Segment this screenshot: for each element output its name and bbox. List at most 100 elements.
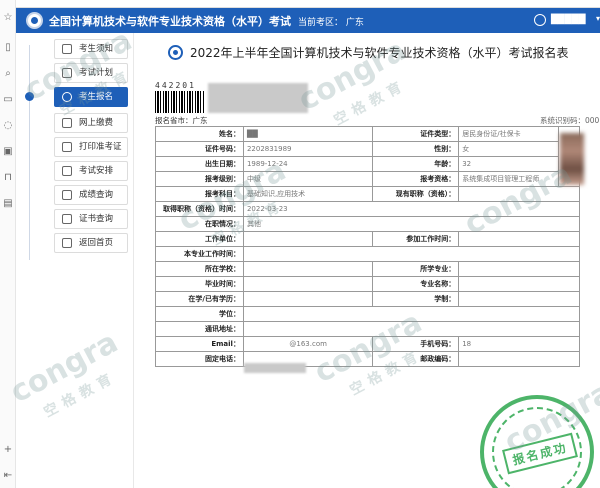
phone-value: 18 <box>458 336 580 352</box>
id-no-label: 证件号码： <box>155 141 244 157</box>
major-time-label: 本专业工作时间： <box>155 246 244 262</box>
reg-province: 报名省市：广东 <box>155 116 208 125</box>
employment-label: 在职情况： <box>155 216 244 232</box>
table-row: Email： @163.com 手机号码： 18 <box>155 336 580 352</box>
birth-label: 出生日期： <box>155 156 244 172</box>
table-row: 取得职称（资格）时间： 2022-03-23 <box>155 201 581 217</box>
plus-icon[interactable]: + <box>2 444 14 456</box>
qual-value: 系统集成项目管理工程师 <box>458 171 560 187</box>
browser-tab-strip <box>16 0 600 8</box>
employment-value: 其他 <box>242 216 581 232</box>
chat-icon[interactable]: ◌ <box>2 120 14 132</box>
major-label: 所学专业： <box>372 261 460 277</box>
start-work-label: 参加工作时间： <box>372 231 460 247</box>
table-row: 学位： <box>155 306 581 322</box>
sidebar-item-register[interactable]: 考生报名 <box>54 87 128 107</box>
printer-icon <box>62 142 72 152</box>
exam-logo-icon <box>168 45 183 60</box>
age-label: 年龄： <box>372 156 460 172</box>
search-icon[interactable]: ⌕ <box>2 68 14 80</box>
app-logo-icon <box>26 12 43 29</box>
gender-label: 性别： <box>372 141 460 157</box>
sidebar-item-label: 成绩查询 <box>79 190 114 200</box>
major-name-label: 专业名称： <box>372 276 460 292</box>
redacted-block <box>208 83 308 113</box>
table-row: 毕业时间： 专业名称： <box>155 276 580 292</box>
phone-label: 手机号码： <box>372 336 460 352</box>
sidebar-item-label: 考试安排 <box>79 166 114 176</box>
id-no-value: 2202831989 <box>242 141 374 157</box>
id-type-value: 居民身份证/社保卡 <box>458 126 560 142</box>
table-row: 报考科目： 基础知识,应用技术 现有职称（资格）： <box>155 186 580 202</box>
timeline-active-dot <box>25 92 34 101</box>
home-icon <box>62 238 72 248</box>
applicant-photo <box>560 133 584 185</box>
redacted-block <box>244 363 306 373</box>
cur-title-label: 现有职称（资格）： <box>372 186 460 202</box>
subject-value: 基础知识,应用技术 <box>242 186 374 202</box>
certificate-icon <box>62 214 72 224</box>
form-title: 2022年上半年全国计算机技术与软件专业技术资格（水平）考试报名表 <box>190 46 569 60</box>
browser-side-rail: ☆ ▯ ⌕ ▭ ◌ ▣ ⊓ ▤ + ⇤ <box>0 0 16 488</box>
name-value: ██ <box>242 126 374 142</box>
table-row: 在学/已有学历： 学制： <box>155 291 580 307</box>
cart-icon[interactable]: ⊓ <box>2 172 14 184</box>
sidebar-item-label: 返回首页 <box>79 238 114 248</box>
table-row: 在职情况： 其他 <box>155 216 581 232</box>
registration-table: 姓名： ██ 证件类型： 居民身份证/社保卡 证件号码： 2202831989 … <box>155 126 581 367</box>
barcode <box>155 91 205 113</box>
calendar-icon <box>62 68 72 78</box>
tel-label: 固定电话： <box>155 351 244 367</box>
degree-label: 在学/已有学历： <box>155 291 244 307</box>
sidebar-item-notice[interactable]: 考生须知 <box>54 39 128 59</box>
chevron-down-icon[interactable]: ▾ <box>596 14 600 23</box>
sidebar-item-label: 打印准考证 <box>79 142 122 152</box>
table-row: 所在学校： 所学专业： <box>155 261 580 277</box>
sidebar-item-payment[interactable]: 网上缴费 <box>54 113 128 133</box>
email-value: @163.com <box>242 336 374 352</box>
book-icon[interactable]: ▯ <box>2 42 14 54</box>
title-time-label: 取得职称（资格）时间： <box>155 201 244 217</box>
box-icon[interactable]: ▣ <box>2 146 14 158</box>
user-name[interactable]: █████ <box>551 15 586 25</box>
sidebar-item-label: 考生报名 <box>79 92 114 102</box>
age-value: 32 <box>458 156 560 172</box>
employer-label: 工作单位： <box>155 231 244 247</box>
timeline-line <box>29 45 30 260</box>
search-icon <box>62 190 72 200</box>
sidebar-item-score[interactable]: 成绩查询 <box>54 185 128 205</box>
subject-label: 报考科目： <box>155 186 244 202</box>
table-row: 工作单位： 参加工作时间： <box>155 231 580 247</box>
table-row: 本专业工作时间： <box>155 246 581 262</box>
payment-icon <box>62 118 72 128</box>
sidebar-item-certificate[interactable]: 证书查询 <box>54 209 128 229</box>
table-row: 报考级别： 中级 报考资格： 系统集成项目管理工程师 <box>155 171 580 187</box>
region-label: 当前考区： 广东 <box>298 18 364 28</box>
tools-icon[interactable]: ▤ <box>2 198 14 210</box>
collapse-icon[interactable]: ⇤ <box>2 470 14 482</box>
table-row: 姓名： ██ 证件类型： 居民身份证/社保卡 <box>155 126 580 187</box>
school-label: 所在学校： <box>155 261 244 277</box>
main-content: 2022年上半年全国计算机技术与软件专业技术资格（水平）考试报名表 442201… <box>134 33 600 488</box>
gender-value: 女 <box>458 141 560 157</box>
shop-icon[interactable]: ▭ <box>2 94 14 106</box>
sidebar-item-plan[interactable]: 考试计划 <box>54 63 128 83</box>
sidebar-item-home[interactable]: 返回首页 <box>54 233 128 253</box>
table-row: 出生日期： 1989-12-24 年龄： 32 <box>155 156 580 172</box>
schedule-icon <box>62 166 72 176</box>
sidebar-item-label: 考试计划 <box>79 68 114 78</box>
sidebar-item-label: 证书查询 <box>79 214 114 224</box>
xuewei-label: 学位： <box>155 306 244 322</box>
app-title: 全国计算机技术与软件专业技术资格（水平）考试 <box>49 15 291 28</box>
barcode-number: 442201 <box>155 81 196 90</box>
level-label: 报考级别： <box>155 171 244 187</box>
star-icon[interactable]: ☆ <box>2 12 14 24</box>
table-row: 证件号码： 2202831989 性别： 女 <box>155 141 580 157</box>
sidebar-item-schedule[interactable]: 考试安排 <box>54 161 128 181</box>
document-icon <box>62 44 72 54</box>
title-time-value: 2022-03-23 <box>242 201 581 217</box>
sidebar-item-print[interactable]: 打印准考证 <box>54 137 128 157</box>
user-icon[interactable] <box>534 14 546 26</box>
table-row: 固定电话： 邮政编码： <box>155 351 580 367</box>
address-label: 通讯地址： <box>155 321 244 337</box>
